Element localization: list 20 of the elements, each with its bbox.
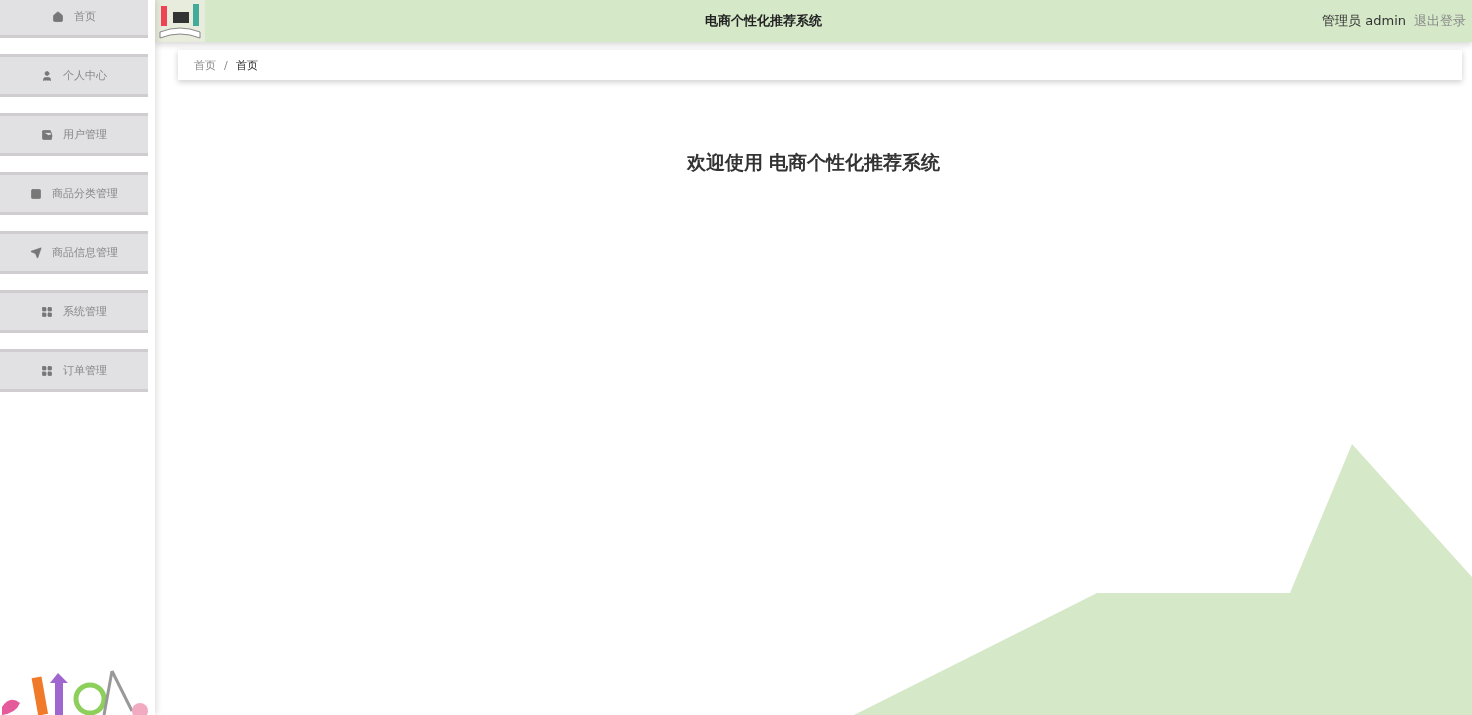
sidebar-item[interactable]: 个人中心 <box>0 54 148 97</box>
app-title: 电商个性化推荐系统 <box>704 12 824 30</box>
user-icon <box>41 69 53 82</box>
sidebar-item[interactable]: 商品信息管理 <box>0 231 148 274</box>
wallet-icon <box>41 128 53 141</box>
paper-plane-icon <box>30 246 42 259</box>
sidebar-item[interactable]: 系统管理 <box>0 290 148 333</box>
home-icon <box>52 10 64 23</box>
breadcrumb-item: 首页 <box>235 57 258 73</box>
breadcrumb-item[interactable]: 首页 <box>194 57 216 73</box>
breadcrumb-separator: / <box>224 58 228 72</box>
grid-icon <box>41 364 53 377</box>
sidebar-item[interactable]: 首页 <box>0 0 148 38</box>
welcome-heading: 欢迎使用 电商个性化推荐系统 <box>685 150 942 175</box>
logout-link[interactable]: 退出登录 <box>1414 12 1466 30</box>
grid-icon <box>41 305 53 318</box>
user-label: 管理员 admin <box>1322 12 1406 30</box>
sidebar-item[interactable]: 订单管理 <box>0 349 148 392</box>
sidebar-item[interactable]: 商品分类管理 <box>0 172 148 215</box>
sidebar-item[interactable]: 用户管理 <box>0 113 148 156</box>
